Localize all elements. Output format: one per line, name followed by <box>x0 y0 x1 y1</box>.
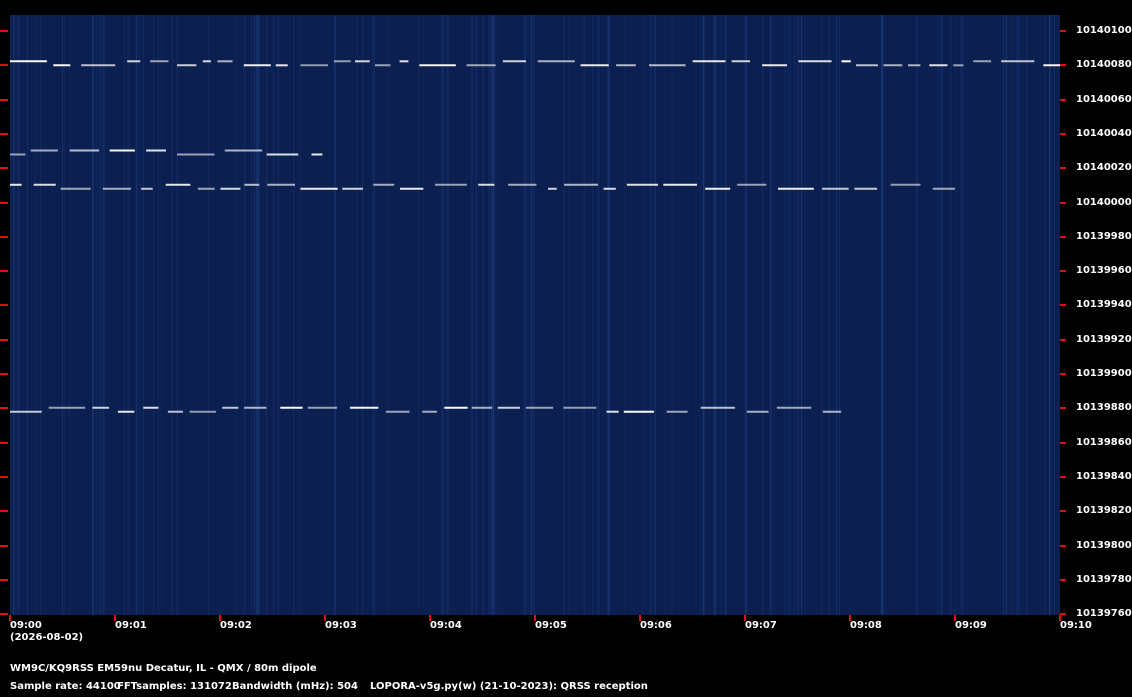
freq-tick-mark-right <box>1060 167 1066 170</box>
freq-tick-mark <box>0 167 8 170</box>
freq-tick-mark <box>0 338 8 341</box>
waterfall-spectrogram <box>10 15 1060 615</box>
freq-tick-label: 10139780 <box>1076 573 1132 585</box>
freq-tick-mark <box>0 373 8 375</box>
time-tick-label: 09:01 <box>115 620 147 631</box>
freq-tick-label: 10140020 <box>1076 162 1132 174</box>
freq-tick-mark <box>0 510 8 513</box>
freq-tick-label: 10139800 <box>1076 539 1132 551</box>
date-label: (2026-08-02) <box>10 632 84 643</box>
freq-tick-mark <box>0 475 8 478</box>
freq-tick-mark-right <box>1060 407 1066 410</box>
freq-tick-mark-right <box>1060 441 1066 444</box>
freq-tick-mark-right <box>1060 98 1066 101</box>
freq-tick-mark-right <box>1060 475 1066 478</box>
freq-tick-mark <box>0 270 8 273</box>
freq-tick-label: 10140080 <box>1076 59 1132 71</box>
freq-tick-label: 10139980 <box>1076 230 1132 242</box>
station-info: WM9C/KQ9RSS EM59nu Decatur, IL - QMX / 8… <box>10 663 317 674</box>
freq-tick-label: 10140060 <box>1076 93 1132 105</box>
freq-tick-label: 10139760 <box>1076 608 1132 620</box>
time-tick-label: 09:10 <box>1060 620 1092 631</box>
freq-tick-mark-right <box>1060 544 1066 547</box>
time-tick-label: 09:04 <box>430 620 462 631</box>
freq-tick-mark <box>0 201 8 204</box>
time-tick-label: 09:05 <box>535 620 567 631</box>
freq-tick-mark <box>0 304 8 307</box>
bandwidth: Bandwidth (mHz): 504 <box>232 681 358 692</box>
freq-tick-mark <box>0 407 8 410</box>
freq-tick-label: 10139900 <box>1076 368 1132 379</box>
freq-tick-mark-right <box>1060 132 1066 135</box>
freq-tick-label: 10140000 <box>1076 196 1132 208</box>
freq-tick-mark-right <box>1060 578 1066 581</box>
freq-tick-mark <box>0 235 8 238</box>
freq-tick-mark <box>0 98 8 101</box>
time-tick-label: 09:09 <box>955 620 987 631</box>
time-tick-label: 09:07 <box>745 620 777 631</box>
fft-samples: FFTsamples: 131072 <box>117 681 232 692</box>
time-tick-label: 09:06 <box>640 620 672 631</box>
freq-tick-label: 10139880 <box>1076 402 1132 414</box>
software-info: LOPORA-v5g.py(w) (21-10-2023): QRSS rece… <box>370 681 648 692</box>
freq-tick-label: 10139840 <box>1076 470 1132 482</box>
freq-tick-mark <box>0 132 8 135</box>
freq-tick-label: 10139940 <box>1076 299 1132 311</box>
freq-tick-mark-right <box>1060 201 1066 204</box>
freq-tick-mark-right <box>1060 373 1066 375</box>
freq-tick-label: 10139820 <box>1076 505 1132 517</box>
freq-tick-mark-right <box>1060 235 1066 238</box>
time-tick-label: 09:08 <box>850 620 882 631</box>
freq-tick-mark <box>0 613 8 616</box>
freq-tick-mark-right <box>1060 270 1066 273</box>
freq-tick-mark-right <box>1060 64 1066 67</box>
time-tick-label: 09:02 <box>220 620 252 631</box>
freq-tick-label: 10139920 <box>1076 333 1132 345</box>
freq-tick-mark-right <box>1060 338 1066 341</box>
freq-tick-mark <box>0 578 8 581</box>
freq-tick-label: 10139860 <box>1076 436 1132 448</box>
freq-tick-mark <box>0 64 8 67</box>
time-tick-label: 09:00 <box>10 620 42 631</box>
freq-tick-mark-right <box>1060 30 1066 32</box>
freq-tick-label: 10140100 <box>1076 25 1132 36</box>
freq-tick-label: 10139960 <box>1076 265 1132 277</box>
waterfall-signals <box>10 15 1060 615</box>
time-tick-label: 09:03 <box>325 620 357 631</box>
freq-tick-mark <box>0 441 8 444</box>
freq-tick-label: 10140040 <box>1076 127 1132 139</box>
sample-rate: Sample rate: 44100 <box>10 681 121 692</box>
freq-tick-mark-right <box>1060 304 1066 307</box>
freq-tick-mark <box>0 544 8 547</box>
freq-tick-mark <box>0 30 8 32</box>
freq-tick-mark-right <box>1060 510 1066 513</box>
